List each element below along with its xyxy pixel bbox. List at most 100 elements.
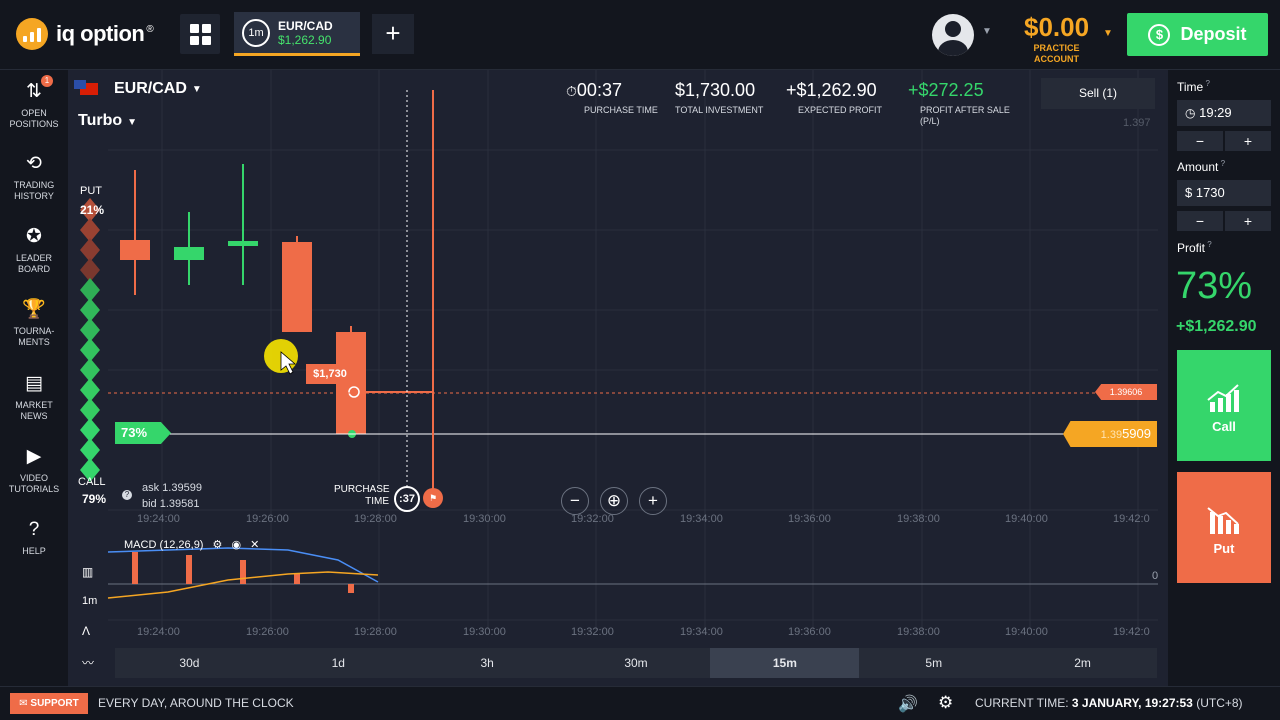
nav-help[interactable]: ? HELP [0,516,68,557]
macd-bar [240,560,246,584]
macd-bar [348,584,354,593]
amount-plus-button[interactable]: + [1225,211,1271,231]
sound-icon[interactable]: 🔊 [898,694,918,714]
zoom-in-button[interactable]: + [639,487,667,515]
pair-label: EUR/CAD [114,80,187,97]
history-icon: ⟲ [26,152,42,174]
total-investment-stat: $1,730.00 TOTAL INVESTMENT [675,80,763,116]
deposit-button[interactable]: $ Deposit [1127,13,1268,56]
total-investment-label: TOTAL INVESTMENT [675,105,764,115]
sell-button[interactable]: Sell (1) [1041,78,1155,109]
x-tick-label: 19:24:00 [137,513,180,525]
put-button[interactable]: Put [1177,472,1271,583]
indicators-icon[interactable]: 〰 [82,654,94,671]
clock-icon: ◷ [1185,106,1196,120]
put-sentiment-pct: 21% [80,203,105,217]
amount-label: Amount ? [1177,159,1225,174]
nav-label-2: TUTORIALS [8,484,60,494]
x-tick-label: 19:30:00 [463,513,506,525]
nav-label-1: HELP [22,546,46,556]
nav-video-tutorials[interactable]: ▶ VIDEO TUTORIALS [0,443,68,495]
brand-logo[interactable]: iq option ® [16,18,154,50]
support-label: SUPPORT [30,698,79,709]
chart-area[interactable]: EUR/CAD ▼ Turbo ▼ ⏱00:37 PURCHASE TIME $1,… [68,70,1168,686]
info-icon[interactable]: ? [1205,240,1211,249]
amount-minus-button[interactable]: − [1177,211,1223,231]
x-tick-label: 19:24:00 [137,626,180,638]
purchase-time-label: PURCHASE TIME [584,105,658,115]
quote-info: ? ask 1.39599 bid 1.39581 [122,480,202,512]
info-icon[interactable]: ? [1218,159,1225,168]
eye-icon[interactable]: ◉ [231,539,241,551]
timeframe-2m[interactable]: 2m [1008,648,1157,678]
nav-trading-history[interactable]: ⟲ TRADING HISTORY [0,150,68,202]
asset-tab-pair: EUR/CAD [278,18,333,33]
nav-open-positions[interactable]: ⇅ 1 OPEN POSITIONS [0,75,68,130]
settings-gear-icon[interactable]: ⚙ [938,693,953,713]
bid-price: bid 1.39581 [142,498,200,510]
zoom-out-button[interactable]: − [561,487,589,515]
countdown-timer: :37 [394,486,420,512]
add-asset-button[interactable]: + [372,14,414,54]
time-plus-button[interactable]: + [1225,131,1271,151]
nav-leader-board[interactable]: ✪ LEADER BOARD [0,223,68,275]
chevron-down-icon[interactable]: ▼ [982,26,992,37]
x-tick-label: 19:28:00 [354,513,397,525]
nav-tournaments[interactable]: 🏆 TOURNA- MENTS [0,296,68,348]
current-time-label: CURRENT TIME: [975,696,1069,710]
drawing-tools-icon[interactable]: Ʌ [82,624,90,638]
timeframe-30m[interactable]: 30m [562,648,711,678]
nav-label-1: OPEN [21,108,47,118]
call-sentiment-pct: 79% [82,492,107,506]
current-price-suffix: 5909 [1122,426,1151,441]
trophy-icon: 🏆 [22,298,46,320]
profit-after-sale-stat: +$272.25 PROFIT AFTER SALE (P/L) [908,80,1010,127]
nav-market-news[interactable]: ▤ MARKET NEWS [0,370,68,422]
x-tick-label: 19:34:00 [680,513,723,525]
profit-after-sale-label-2: (P/L) [920,116,940,126]
avatar[interactable] [932,14,974,56]
close-icon[interactable]: ✕ [250,539,259,551]
balance-label-1: PRACTICE [1033,43,1080,53]
chevron-down-icon: ▼ [127,117,138,128]
current-price-prefix: 1.39 [1100,429,1123,441]
arrows-updown-icon: ⇅ 1 [21,75,53,104]
asset-tab-eurcad[interactable]: 1m EUR/CAD $1,262.90 [234,12,360,56]
timeframe-5m[interactable]: 5m [859,648,1008,678]
asset-tab-value: $1,262.90 [278,32,332,47]
time-minus-button[interactable]: − [1177,131,1223,151]
balance-chevron-down-icon[interactable]: ▼ [1103,28,1113,39]
support-button[interactable]: ✉ SUPPORT [10,693,88,714]
nav-label-1: VIDEO [19,473,48,483]
gear-icon[interactable]: ⚙ [213,539,223,551]
price-chart-svg[interactable] [68,70,1168,686]
balance-display[interactable]: $0.00 PRACTICE ACCOUNT [1024,12,1089,65]
news-icon: ▤ [25,372,43,394]
timeframe-30d[interactable]: 30d [115,648,264,678]
asset-selector[interactable]: EUR/CAD ▼ [74,80,202,98]
timeframe-15m[interactable]: 15m [710,648,860,678]
info-icon[interactable]: ? [122,490,132,500]
total-investment-value: $1,730.00 [675,80,756,100]
x-tick-label: 19:42:0 [1113,626,1150,638]
expected-profit-value: +$1,262.90 [786,80,877,100]
time-input[interactable]: ◷ 19:29 [1177,100,1271,126]
info-icon[interactable]: ? [1203,79,1209,88]
apps-grid-button[interactable] [180,14,220,54]
nav-label-2: HISTORY [14,191,54,201]
timeframe-1d[interactable]: 1d [264,648,413,678]
macd-panel [107,547,1158,599]
x-tick-label: 19:28:00 [354,626,397,638]
purchase-time-stat: ⏱00:37 PURCHASE TIME [566,80,658,116]
mode-selector[interactable]: Turbo ▼ [78,112,137,130]
time-value: 19:29 [1199,105,1232,120]
profit-label: Profit ? [1177,240,1212,255]
timeframe-3h[interactable]: 3h [413,648,562,678]
chart-type-icon[interactable]: ▥ [82,565,93,579]
timeframe-toggle[interactable]: 1m [82,595,97,607]
recenter-button[interactable]: ⊕ [600,487,628,515]
amount-input[interactable]: $ 1730 [1177,180,1271,206]
brand-mark: ® [146,23,154,35]
time-label: Time ? [1177,79,1210,94]
call-button[interactable]: Call [1177,350,1271,461]
